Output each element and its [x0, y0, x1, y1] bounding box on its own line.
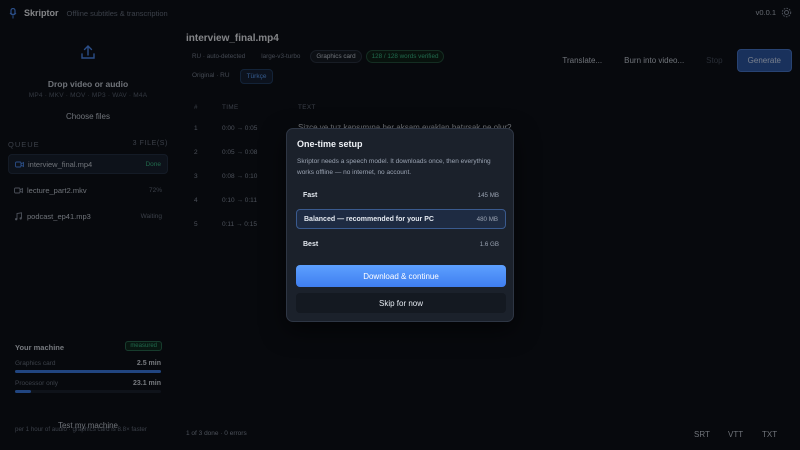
model-option-balanced[interactable]: Balanced — recommended for your PC 480 M… — [296, 209, 506, 229]
option-name: Best — [303, 240, 319, 248]
option-name: Fast — [303, 191, 318, 199]
option-size: 1.6 GB — [479, 240, 499, 248]
download-continue-button[interactable]: Download & continue — [296, 265, 506, 287]
option-name: Balanced — recommended for your PC — [304, 215, 434, 223]
option-size: 145 MB — [477, 191, 499, 199]
skip-button[interactable]: Skip for now — [296, 293, 506, 313]
dialog-description: Skriptor needs a speech model. It downlo… — [297, 158, 491, 176]
model-option-fast[interactable]: Fast 145 MB — [296, 185, 506, 205]
model-option-best[interactable]: Best 1.6 GB — [296, 234, 506, 254]
option-size: 480 MB — [476, 215, 498, 223]
dialog-title: One-time setup — [297, 139, 363, 149]
setup-dialog: One-time setup Skriptor needs a speech m… — [286, 128, 514, 322]
